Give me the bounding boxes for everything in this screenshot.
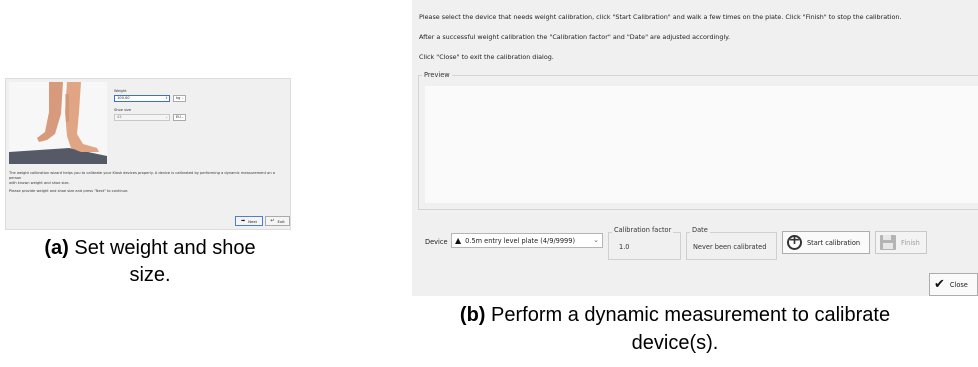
weight-spinbox[interactable]: 100.00 ⇕ [114, 95, 170, 102]
description-line: Please provide weight and shoe size and … [9, 189, 129, 193]
walking-feet-photo [9, 82, 107, 164]
exit-label: Exit [277, 218, 285, 224]
shoe-size-select[interactable]: 43 ⌄ [114, 114, 170, 121]
shoe-size-label: Shoe size [114, 108, 132, 112]
shoe-size-system-value: EU [176, 115, 181, 119]
device-label: Device [425, 238, 448, 246]
weight-shoe-form: Weight 100.00 ⇕ kg ⌄ Shoe size 43 ⌄ EU ⌄ [114, 89, 194, 127]
chevron-down-icon: ⌄ [181, 96, 184, 100]
caption-tag: (a) [44, 237, 69, 259]
instruction-line: After a successful weight calibration th… [419, 33, 731, 41]
caption-a: (a) Set weight and shoe size. [0, 235, 300, 289]
chevron-down-icon: ⌄ [181, 115, 184, 119]
date-label: Date [690, 226, 710, 234]
preview-area [425, 86, 978, 203]
device-select[interactable]: ▲ 0.5m entry level plate (4/9/9999) ⌄ [451, 233, 603, 248]
start-calibration-button[interactable]: Start calibration [782, 231, 870, 254]
start-calibration-label: Start calibration [807, 238, 861, 247]
floppy-disk-icon [880, 235, 896, 250]
crosshair-circle-icon [787, 232, 802, 250]
close-label: Close [949, 280, 968, 289]
caption-line: device(s). [631, 332, 719, 354]
instruction-line: Please select the device that needs weig… [419, 13, 902, 21]
shoe-size-system-select[interactable]: EU ⌄ [173, 114, 186, 121]
calibration-dialog: Please select the device that needs weig… [412, 0, 978, 296]
description-line: with known weight and shoe size. [9, 181, 70, 185]
preview-label: Preview [422, 71, 452, 79]
next-label: Next [248, 218, 258, 224]
description-line: The weight calibration wizard helps you … [9, 171, 275, 180]
weight-wizard-panel: Weight 100.00 ⇕ kg ⌄ Shoe size 43 ⌄ EU ⌄… [5, 78, 291, 230]
finish-label: Finish [901, 238, 920, 247]
caption-line: Perform a dynamic measurement to calibra… [491, 304, 891, 326]
chevron-down-icon: ⌄ [593, 236, 599, 244]
exit-button[interactable]: ↵ Exit [265, 216, 290, 226]
warning-triangle-icon: ▲ [455, 235, 462, 245]
calibration-factor-label: Calibration factor [612, 226, 674, 234]
return-arrow-icon: ↵ [270, 218, 275, 224]
wizard-description: The weight calibration wizard helps you … [9, 171, 287, 194]
chevron-down-icon: ⌄ [165, 115, 168, 119]
shoe-size-value: 43 [117, 115, 122, 119]
spin-arrows-icon[interactable]: ⇕ [165, 96, 168, 101]
weight-unit-select[interactable]: kg ⌄ [173, 95, 186, 102]
caption-line: Set weight and shoe [74, 237, 256, 259]
arrow-right-icon: ➡ [240, 218, 246, 224]
checkmark-icon: ✔ [934, 277, 945, 292]
device-value: 0.5m entry level plate (4/9/9999) [465, 236, 576, 245]
caption-line: size. [129, 264, 171, 286]
date-value: Never been calibrated [693, 243, 767, 251]
weight-unit-value: kg [176, 96, 181, 100]
weight-label: Weight [114, 89, 127, 93]
next-button[interactable]: ➡ Next [235, 216, 263, 226]
instruction-line: Click "Close" to exit the calibration di… [419, 53, 554, 61]
caption-tag: (b) [459, 304, 486, 326]
close-button[interactable]: ✔ Close [929, 273, 978, 296]
calibration-factor-value: 1.0 [619, 243, 630, 251]
finish-button[interactable]: Finish [875, 231, 927, 254]
caption-b: (b) Perform a dynamic measurement to cal… [372, 301, 978, 357]
weight-value: 100.00 [117, 96, 130, 100]
